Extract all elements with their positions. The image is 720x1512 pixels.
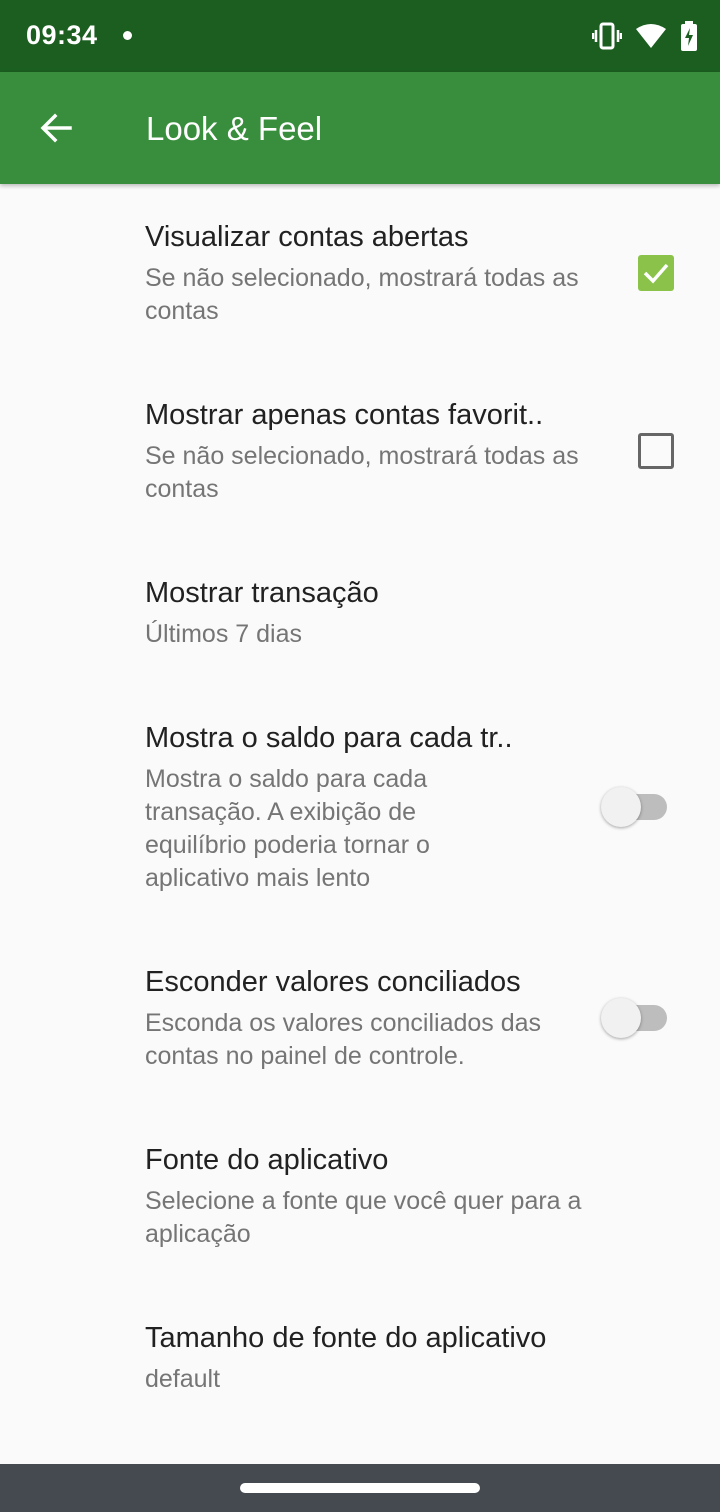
pref-summary: Mostra o saldo para cada transação. A ex…	[145, 765, 430, 892]
pref-title: Mostrar apenas contas favorit..	[145, 399, 544, 431]
show-open-accounts-checkbox[interactable]	[638, 255, 674, 291]
pref-show-running-balance[interactable]: Mostra o saldo para cada tr.. Mostra o s…	[0, 685, 720, 929]
wifi-icon	[636, 24, 666, 48]
app-bar: Look & Feel	[0, 72, 720, 184]
pref-summary: Esconda os valores conciliados das conta…	[145, 1009, 542, 1070]
vibrate-icon	[592, 22, 622, 50]
back-button[interactable]	[28, 100, 84, 156]
battery-charging-icon	[681, 21, 697, 51]
notification-dot-icon	[123, 31, 132, 40]
arrow-back-icon	[40, 113, 72, 143]
checkmark-icon	[643, 263, 669, 284]
pref-summary: default	[145, 1365, 221, 1393]
pref-summary: Selecione a fonte que você quer para a a…	[145, 1187, 582, 1248]
status-icons	[592, 20, 698, 52]
pref-app-font[interactable]: Fonte do aplicativo Selecione a fonte qu…	[0, 1107, 720, 1285]
pref-summary: Se não selecionado, mostrará todas as co…	[145, 264, 579, 325]
pref-title: Esconder valores conciliados	[145, 966, 521, 998]
page-title: Look & Feel	[146, 110, 323, 147]
pref-summary: Se não selecionado, mostrará todas as co…	[145, 442, 579, 503]
pref-title: Fonte do aplicativo	[145, 1144, 389, 1176]
status-bar: 09:34	[0, 0, 720, 72]
pref-show-transactions[interactable]: Mostrar transação Últimos 7 dias	[0, 540, 720, 685]
switch-thumb	[601, 787, 641, 827]
pref-app-font-size[interactable]: Tamanho de fonte do aplicativo default	[0, 1285, 720, 1430]
pref-summary: Últimos 7 dias	[145, 620, 302, 648]
hide-reconciled-switch[interactable]	[601, 998, 667, 1038]
status-time: 09:34	[26, 20, 98, 50]
running-balance-switch[interactable]	[601, 787, 667, 827]
home-gesture-handle[interactable]	[240, 1483, 480, 1493]
navigation-bar	[0, 1464, 720, 1512]
pref-title: Mostra o saldo para cada tr..	[145, 722, 513, 754]
switch-thumb	[601, 998, 641, 1038]
pref-title: Tamanho de fonte do aplicativo	[145, 1322, 547, 1354]
pref-hide-reconciled[interactable]: Esconder valores conciliados Esconda os …	[0, 929, 720, 1107]
pref-title: Mostrar transação	[145, 577, 379, 609]
pref-show-open-accounts[interactable]: Visualizar contas abertas Se não selecio…	[0, 184, 720, 362]
pref-show-favorite-accounts[interactable]: Mostrar apenas contas favorit.. Se não s…	[0, 362, 720, 540]
show-favorite-accounts-checkbox[interactable]	[638, 433, 674, 469]
pref-title: Visualizar contas abertas	[145, 221, 469, 253]
